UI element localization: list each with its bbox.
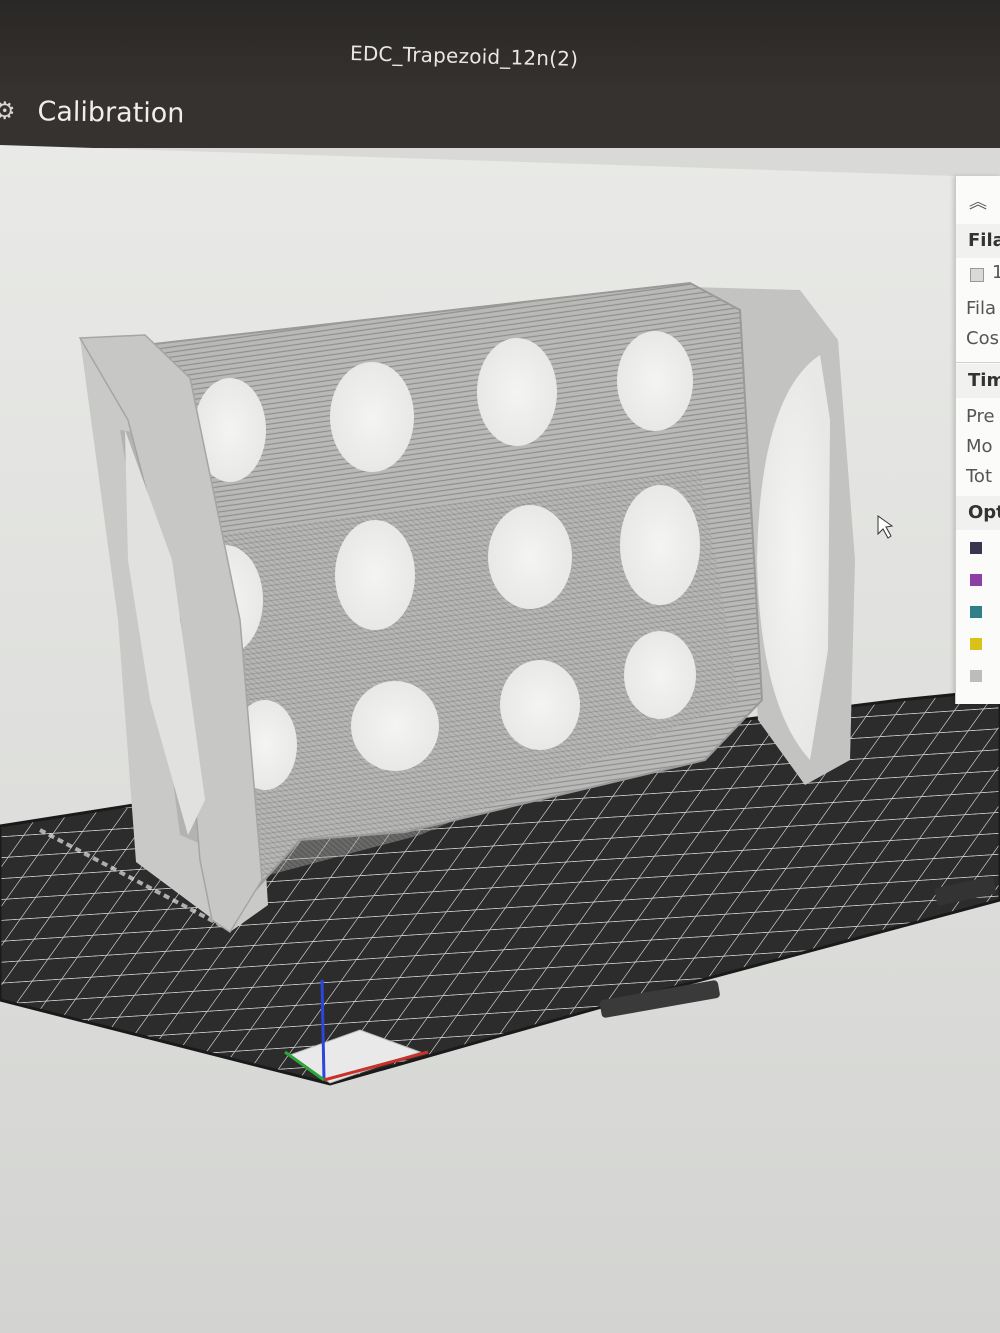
- divider: [956, 362, 1000, 363]
- filament-header: Fila: [956, 224, 1000, 258]
- model-time-label: Mo: [966, 436, 993, 457]
- filament-swatch: [970, 268, 984, 282]
- option-color-swatch[interactable]: [970, 542, 982, 554]
- slice-info-panel: ︽ Fila 1 Fila Cos Tim Pre Mo Tot Opt: [955, 176, 1000, 704]
- chevron-up-icon[interactable]: ︽: [969, 188, 987, 214]
- option-color-swatch[interactable]: [970, 574, 982, 586]
- option-color-swatch[interactable]: [970, 606, 982, 618]
- options-header: Opt: [956, 496, 1000, 530]
- 3d-scene[interactable]: [0, 0, 1000, 1333]
- filament-label: Fila: [966, 298, 997, 319]
- cost-label: Cos: [966, 328, 999, 349]
- total-time-label: Tot: [966, 466, 993, 487]
- option-color-swatch[interactable]: [970, 638, 982, 650]
- time-header: Tim: [956, 364, 1000, 398]
- filament-item: 1: [992, 262, 1000, 283]
- prepare-time-label: Pre: [966, 406, 995, 427]
- option-color-swatch[interactable]: [970, 670, 982, 682]
- mouse-cursor-icon: [877, 515, 894, 539]
